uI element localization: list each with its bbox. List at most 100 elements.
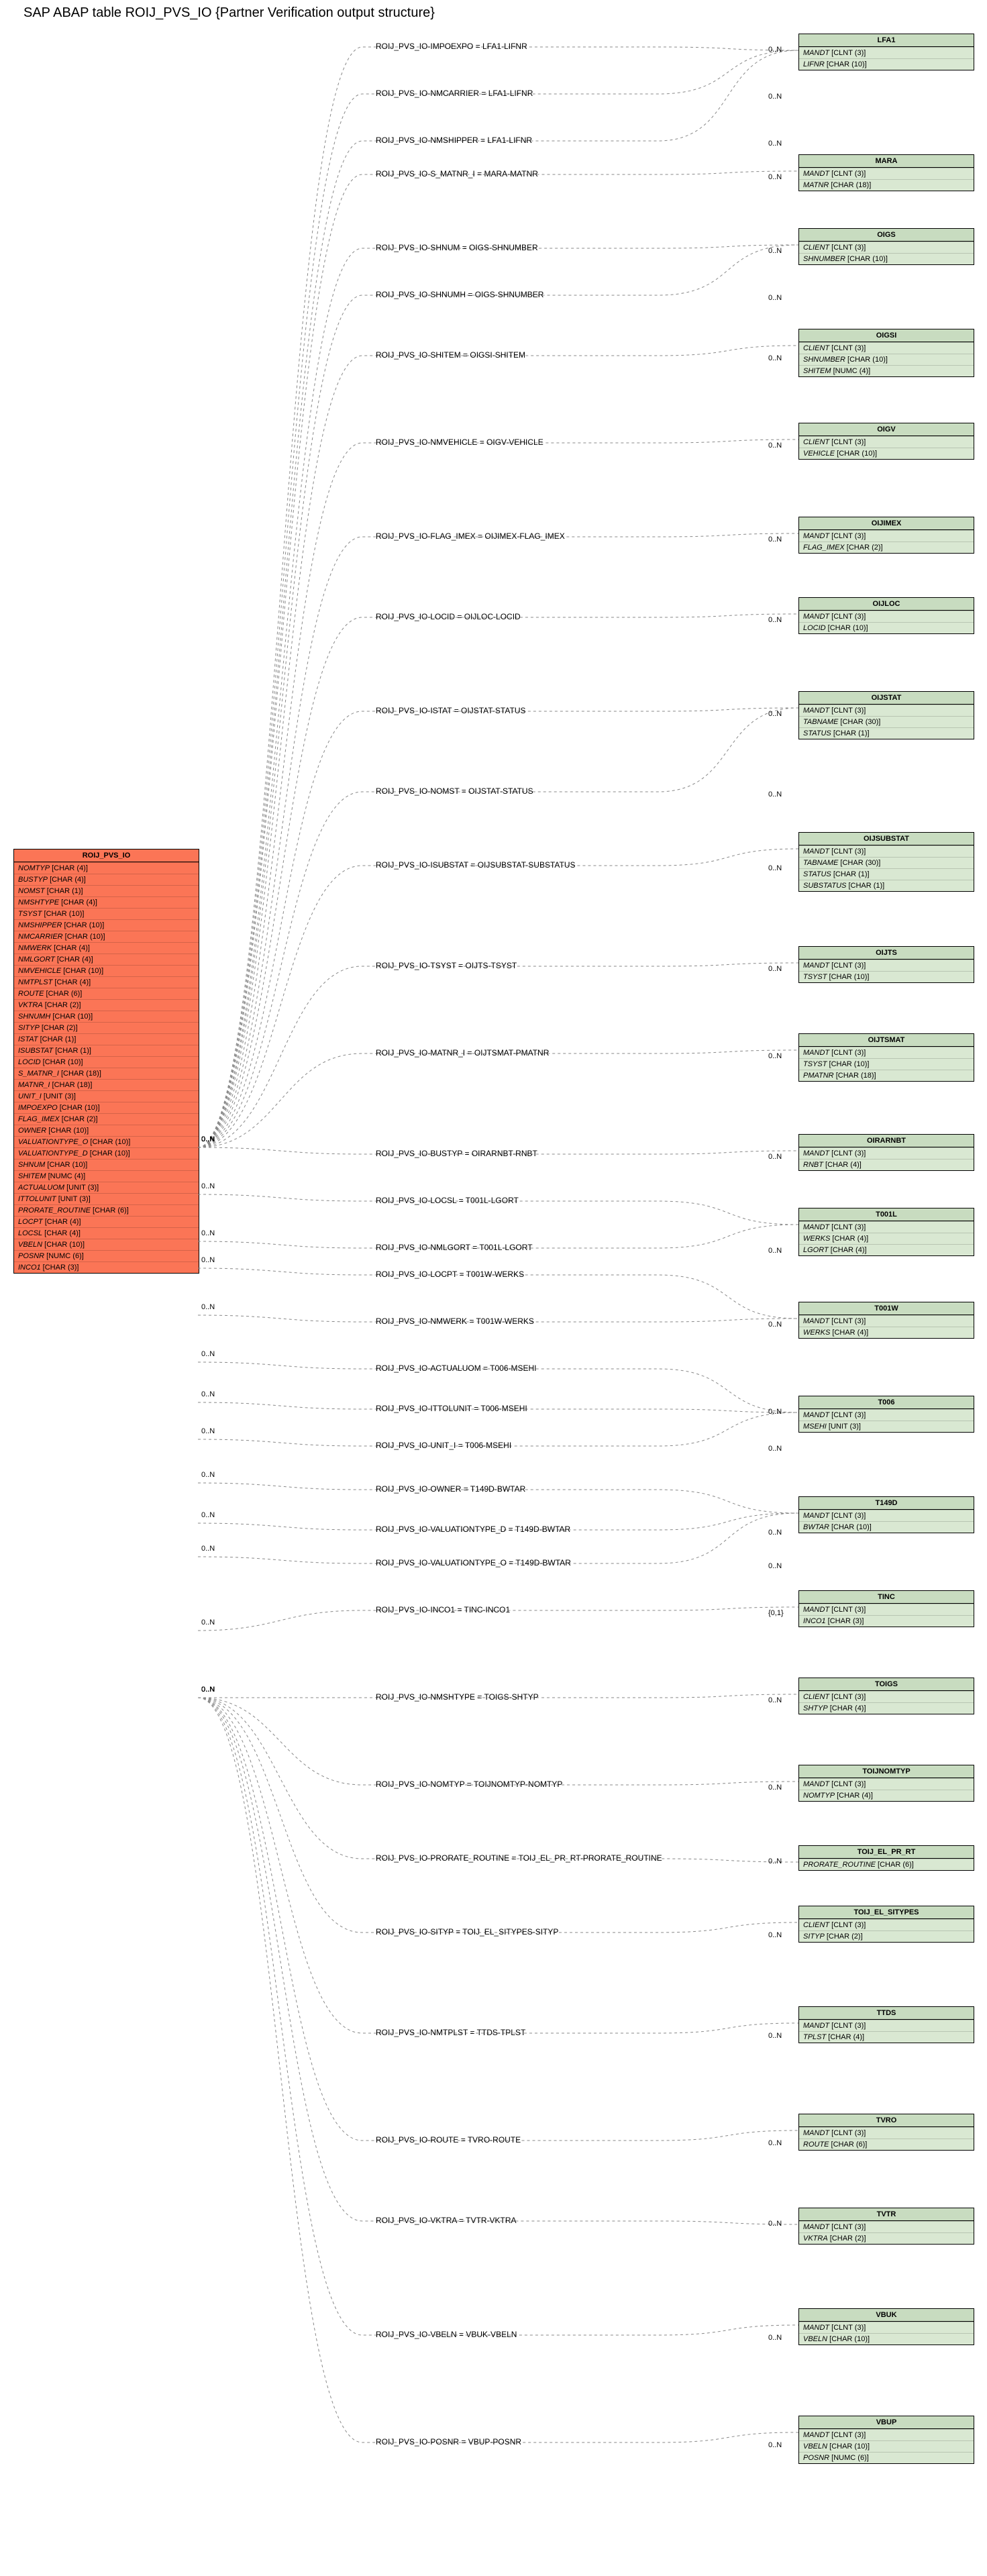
cardinality-right: 0..N	[768, 535, 782, 544]
entity-field: SITYP [CHAR (2)]	[14, 1022, 199, 1033]
relation-label: ROIJ_PVS_IO-SHNUMH = OIGS-SHNUMBER	[376, 290, 543, 299]
relation-label: ROIJ_PVS_IO-SITYP = TOIJ_EL_SITYPES-SITY…	[376, 1927, 558, 1937]
entity-field: TSYST [CHAR (10)]	[799, 1058, 974, 1070]
entity-field: PMATNR [CHAR (18)]	[799, 1070, 974, 1081]
entity-header: OIJSUBSTAT	[799, 833, 974, 845]
entity-field: UNIT_I [UNIT (3)]	[14, 1090, 199, 1102]
cardinality-right: 0..N	[768, 1931, 782, 1939]
entity-field: POSNR [NUMC (6)]	[14, 1250, 199, 1261]
cardinality-left: 0..N	[201, 1545, 215, 1553]
entity-field: MANDT [CLNT (3)]	[799, 1604, 974, 1615]
relation-label: ROIJ_PVS_IO-UNIT_I = T006-MSEHI	[376, 1441, 511, 1450]
cardinality-left: 0..N	[201, 1390, 215, 1398]
cardinality-right: 0..N	[768, 965, 782, 973]
entity-field: PRORATE_ROUTINE [CHAR (6)]	[14, 1204, 199, 1216]
relation-label: ROIJ_PVS_IO-TSYST = OIJTS-TSYST	[376, 961, 517, 970]
entity-header: TTDS	[799, 2007, 974, 2020]
entity-field: VEHICLE [CHAR (10)]	[799, 448, 974, 459]
entity-field: CLIENT [CLNT (3)]	[799, 1691, 974, 1702]
cardinality-left: 0..N	[201, 1182, 215, 1190]
relation-label: ROIJ_PVS_IO-ROUTE = TVRO-ROUTE	[376, 2135, 521, 2145]
entity-header: OIGV	[799, 423, 974, 436]
relation-label: ROIJ_PVS_IO-ACTUALUOM = T006-MSEHI	[376, 1363, 537, 1373]
entity-field: MANDT [CLNT (3)]	[799, 168, 974, 179]
cardinality-right: 0..N	[768, 1529, 782, 1537]
entity-field: CLIENT [CLNT (3)]	[799, 1919, 974, 1930]
relation-label: ROIJ_PVS_IO-NOMST = OIJSTAT-STATUS	[376, 786, 533, 796]
relation-label: ROIJ_PVS_IO-VALUATIONTYPE_D = T149D-BWTA…	[376, 1525, 570, 1534]
entity-field: MANDT [CLNT (3)]	[799, 2322, 974, 2333]
entity-field: S_MATNR_I [CHAR (18)]	[14, 1068, 199, 1079]
entity-field: ITTOLUNIT [UNIT (3)]	[14, 1193, 199, 1204]
entity-header: OIJSTAT	[799, 692, 974, 705]
entity-field: MANDT [CLNT (3)]	[799, 2127, 974, 2139]
relation-label: ROIJ_PVS_IO-BUSTYP = OIRARNBT-RNBT	[376, 1149, 537, 1158]
cardinality-left: 0..N	[201, 1135, 215, 1143]
entity-field: MANDT [CLNT (3)]	[799, 705, 974, 716]
entity-header: MARA	[799, 155, 974, 168]
entity-header: LFA1	[799, 34, 974, 47]
entity-field: INCO1 [CHAR (3)]	[799, 1615, 974, 1627]
entity-field: NMWERK [CHAR (4)]	[14, 942, 199, 954]
entity-field: MSEHI [UNIT (3)]	[799, 1421, 974, 1432]
entity-field: ISTAT [CHAR (1)]	[14, 1033, 199, 1045]
entity-field: ISUBSTAT [CHAR (1)]	[14, 1045, 199, 1056]
entity-field: POSNR [NUMC (6)]	[799, 2452, 974, 2463]
entity-field: TABNAME [CHAR (30)]	[799, 857, 974, 868]
entity-oijsubstat: OIJSUBSTATMANDT [CLNT (3)]TABNAME [CHAR …	[798, 832, 974, 892]
entity-field: CLIENT [CLNT (3)]	[799, 436, 974, 448]
entity-oijstat: OIJSTATMANDT [CLNT (3)]TABNAME [CHAR (30…	[798, 691, 974, 739]
entity-header: VBUK	[799, 2309, 974, 2322]
entity-header: OIRARNBT	[799, 1135, 974, 1147]
relation-label: ROIJ_PVS_IO-VALUATIONTYPE_O = T149D-BWTA…	[376, 1558, 571, 1567]
cardinality-right: 0..N	[768, 1408, 782, 1416]
cardinality-right: 0..N	[768, 710, 782, 718]
entity-field: VBELN [CHAR (10)]	[799, 2440, 974, 2452]
entity-field: TSYST [CHAR (10)]	[14, 908, 199, 919]
relation-label: ROIJ_PVS_IO-ISUBSTAT = OIJSUBSTAT-SUBSTA…	[376, 860, 576, 870]
cardinality-right: 0..N	[768, 1857, 782, 1865]
entity-vbup: VBUPMANDT [CLNT (3)]VBELN [CHAR (10)]POS…	[798, 2416, 974, 2464]
cardinality-right: 0..N	[768, 1445, 782, 1453]
cardinality-right: 0..N	[768, 1247, 782, 1255]
entity-header: T149D	[799, 1497, 974, 1510]
entity-field: WERKS [CHAR (4)]	[799, 1233, 974, 1244]
entity-field: NMSHTYPE [CHAR (4)]	[14, 896, 199, 908]
entity-field: SITYP [CHAR (2)]	[799, 1930, 974, 1942]
entity-lfa1: LFA1MANDT [CLNT (3)]LIFNR [CHAR (10)]	[798, 34, 974, 70]
entity-field: SHNUMBER [CHAR (10)]	[799, 354, 974, 365]
entity-field: MATNR [CHAR (18)]	[799, 179, 974, 191]
entity-field: NMLGORT [CHAR (4)]	[14, 954, 199, 965]
entity-field: TABNAME [CHAR (30)]	[799, 716, 974, 727]
entity-field: VALUATIONTYPE_O [CHAR (10)]	[14, 1136, 199, 1147]
entity-header: OIJTS	[799, 947, 974, 960]
entity-header: T006	[799, 1396, 974, 1409]
entity-field: TPLST [CHAR (4)]	[799, 2031, 974, 2043]
cardinality-right: 0..N	[768, 2334, 782, 2342]
entity-oigv: OIGVCLIENT [CLNT (3)]VEHICLE [CHAR (10)]	[798, 423, 974, 460]
cardinality-left: 0..N	[201, 1303, 215, 1311]
entity-header: TOIJ_EL_PR_RT	[799, 1846, 974, 1859]
entity-toijnomtyp: TOIJNOMTYPMANDT [CLNT (3)]NOMTYP [CHAR (…	[798, 1765, 974, 1802]
entity-header: ROIJ_PVS_IO	[14, 849, 199, 862]
relation-label: ROIJ_PVS_IO-NOMTYP = TOIJNOMTYP-NOMTYP	[376, 1780, 562, 1789]
entity-field: TSYST [CHAR (10)]	[799, 971, 974, 982]
cardinality-right: {0,1}	[768, 1609, 784, 1617]
entity-field: MANDT [CLNT (3)]	[799, 960, 974, 971]
entity-field: SHNUMH [CHAR (10)]	[14, 1011, 199, 1022]
entity-field: NOMTYP [CHAR (4)]	[14, 862, 199, 874]
cardinality-right: 0..N	[768, 140, 782, 148]
cardinality-right: 0..N	[768, 173, 782, 181]
entity-header: OIJLOC	[799, 598, 974, 611]
entity-field: MANDT [CLNT (3)]	[799, 530, 974, 542]
relation-label: ROIJ_PVS_IO-VBELN = VBUK-VBELN	[376, 2330, 517, 2339]
entity-field: MANDT [CLNT (3)]	[799, 611, 974, 622]
entity-toij_el_pr_rt: TOIJ_EL_PR_RTPRORATE_ROUTINE [CHAR (6)]	[798, 1845, 974, 1871]
cardinality-right: 0..N	[768, 1153, 782, 1161]
cardinality-left: 0..N	[201, 1686, 215, 1694]
cardinality-left: 0..N	[201, 1350, 215, 1358]
relation-label: ROIJ_PVS_IO-NMCARRIER = LFA1-LIFNR	[376, 89, 533, 98]
entity-header: OIGS	[799, 229, 974, 242]
entity-header: TINC	[799, 1591, 974, 1604]
relation-label: ROIJ_PVS_IO-ISTAT = OIJSTAT-STATUS	[376, 706, 525, 715]
